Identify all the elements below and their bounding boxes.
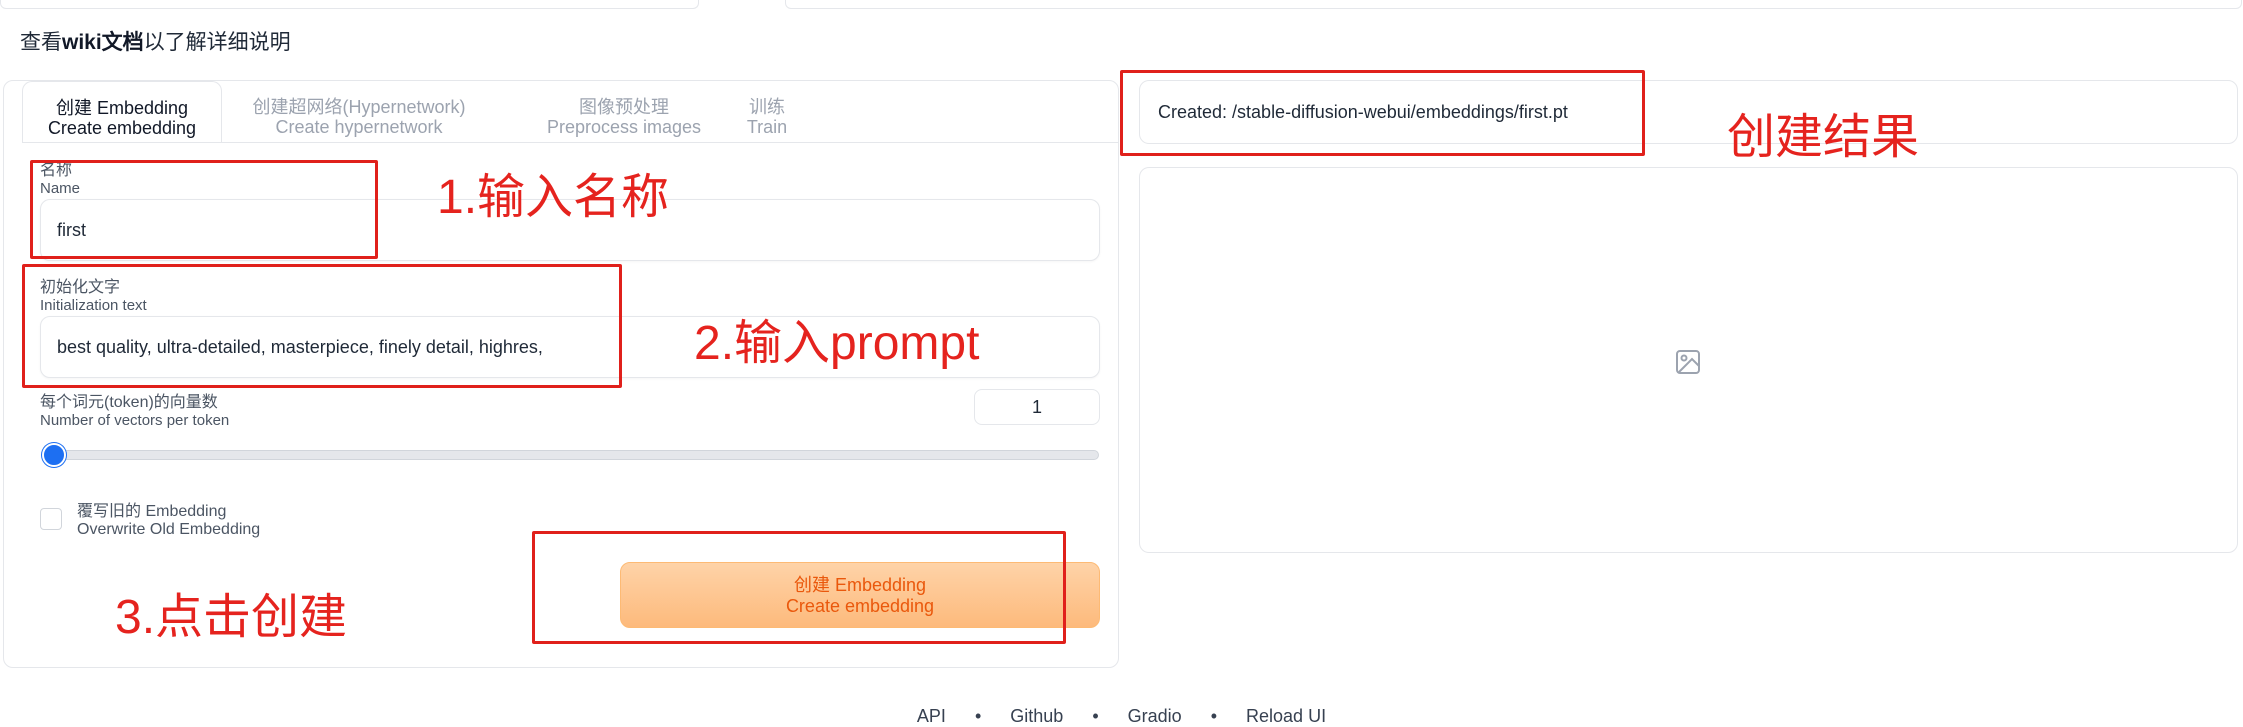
- annotation-box-init-text: [22, 264, 622, 388]
- tab-label-en: Create embedding: [47, 118, 197, 138]
- tab-label-zh: 图像预处理: [579, 97, 669, 117]
- footer-sep: •: [1210, 706, 1218, 726]
- footer-links: API • Github • Gradio • Reload UI: [0, 706, 2243, 727]
- vectors-label-en: Number of vectors per token: [40, 412, 230, 429]
- annotation-step2: 2.输入prompt: [694, 317, 980, 370]
- tab-create-embedding[interactable]: 创建 Embedding Create embedding: [22, 81, 222, 143]
- overwrite-checkbox[interactable]: [40, 508, 62, 530]
- wiki-link[interactable]: wiki文档: [62, 31, 144, 54]
- footer-sep: •: [1092, 706, 1099, 726]
- image-icon: [1674, 348, 1702, 376]
- annotation-step1: 1.输入名称: [437, 171, 670, 224]
- tab-preprocess-images[interactable]: 图像预处理 Preprocess images: [519, 81, 729, 143]
- tab-divider: [22, 142, 1119, 143]
- footer-reload-link[interactable]: Reload UI: [1246, 706, 1326, 726]
- wiki-hint[interactable]: 查看wiki文档以了解详细说明: [20, 26, 291, 56]
- overwrite-label-zh: 覆写旧的 Embedding: [77, 503, 227, 520]
- tab-train[interactable]: 训练 Train: [722, 81, 812, 143]
- annotation-box-name: [30, 160, 378, 259]
- overwrite-label: 覆写旧的 Embedding Overwrite Old Embedding: [77, 503, 260, 539]
- tab-label-zh: 训练: [749, 97, 785, 117]
- vectors-slider-thumb[interactable]: [42, 443, 66, 467]
- tab-label-zh: 创建 Embedding: [55, 98, 189, 118]
- upper-tab-fragment: [785, 0, 2242, 9]
- wiki-suffix: 以了解详细说明: [143, 31, 291, 54]
- footer-github-link[interactable]: Github: [1010, 706, 1063, 726]
- annotation-box-create-button: [532, 531, 1066, 644]
- top-tab-strip: [0, 0, 2243, 9]
- upper-tab-fragment: [0, 0, 699, 9]
- vectors-label: 每个词元(token)的向量数 Number of vectors per to…: [40, 394, 229, 430]
- tab-label-en: Train: [746, 117, 788, 137]
- annotation-result: 创建结果: [1727, 111, 1920, 164]
- tab-label-zh: 创建超网络(Hypernetwork): [252, 97, 466, 117]
- overwrite-label-en: Overwrite Old Embedding: [77, 521, 261, 538]
- vectors-number-input[interactable]: 1: [974, 389, 1100, 425]
- footer-api-link[interactable]: API: [917, 706, 946, 726]
- annotation-box-result: [1120, 70, 1645, 156]
- vectors-slider-track[interactable]: [42, 450, 1099, 460]
- tab-label-en: Preprocess images: [546, 117, 702, 137]
- tab-create-hypernetwork[interactable]: 创建超网络(Hypernetwork) Create hypernetwork: [234, 81, 484, 143]
- vectors-label-zh: 每个词元(token)的向量数: [40, 394, 218, 411]
- footer-sep: •: [974, 706, 982, 726]
- tab-label-en: Create hypernetwork: [275, 117, 443, 137]
- wiki-prefix: 查看: [20, 31, 62, 54]
- footer-gradio-link[interactable]: Gradio: [1128, 706, 1182, 726]
- annotation-step3: 3.点击创建: [115, 591, 348, 644]
